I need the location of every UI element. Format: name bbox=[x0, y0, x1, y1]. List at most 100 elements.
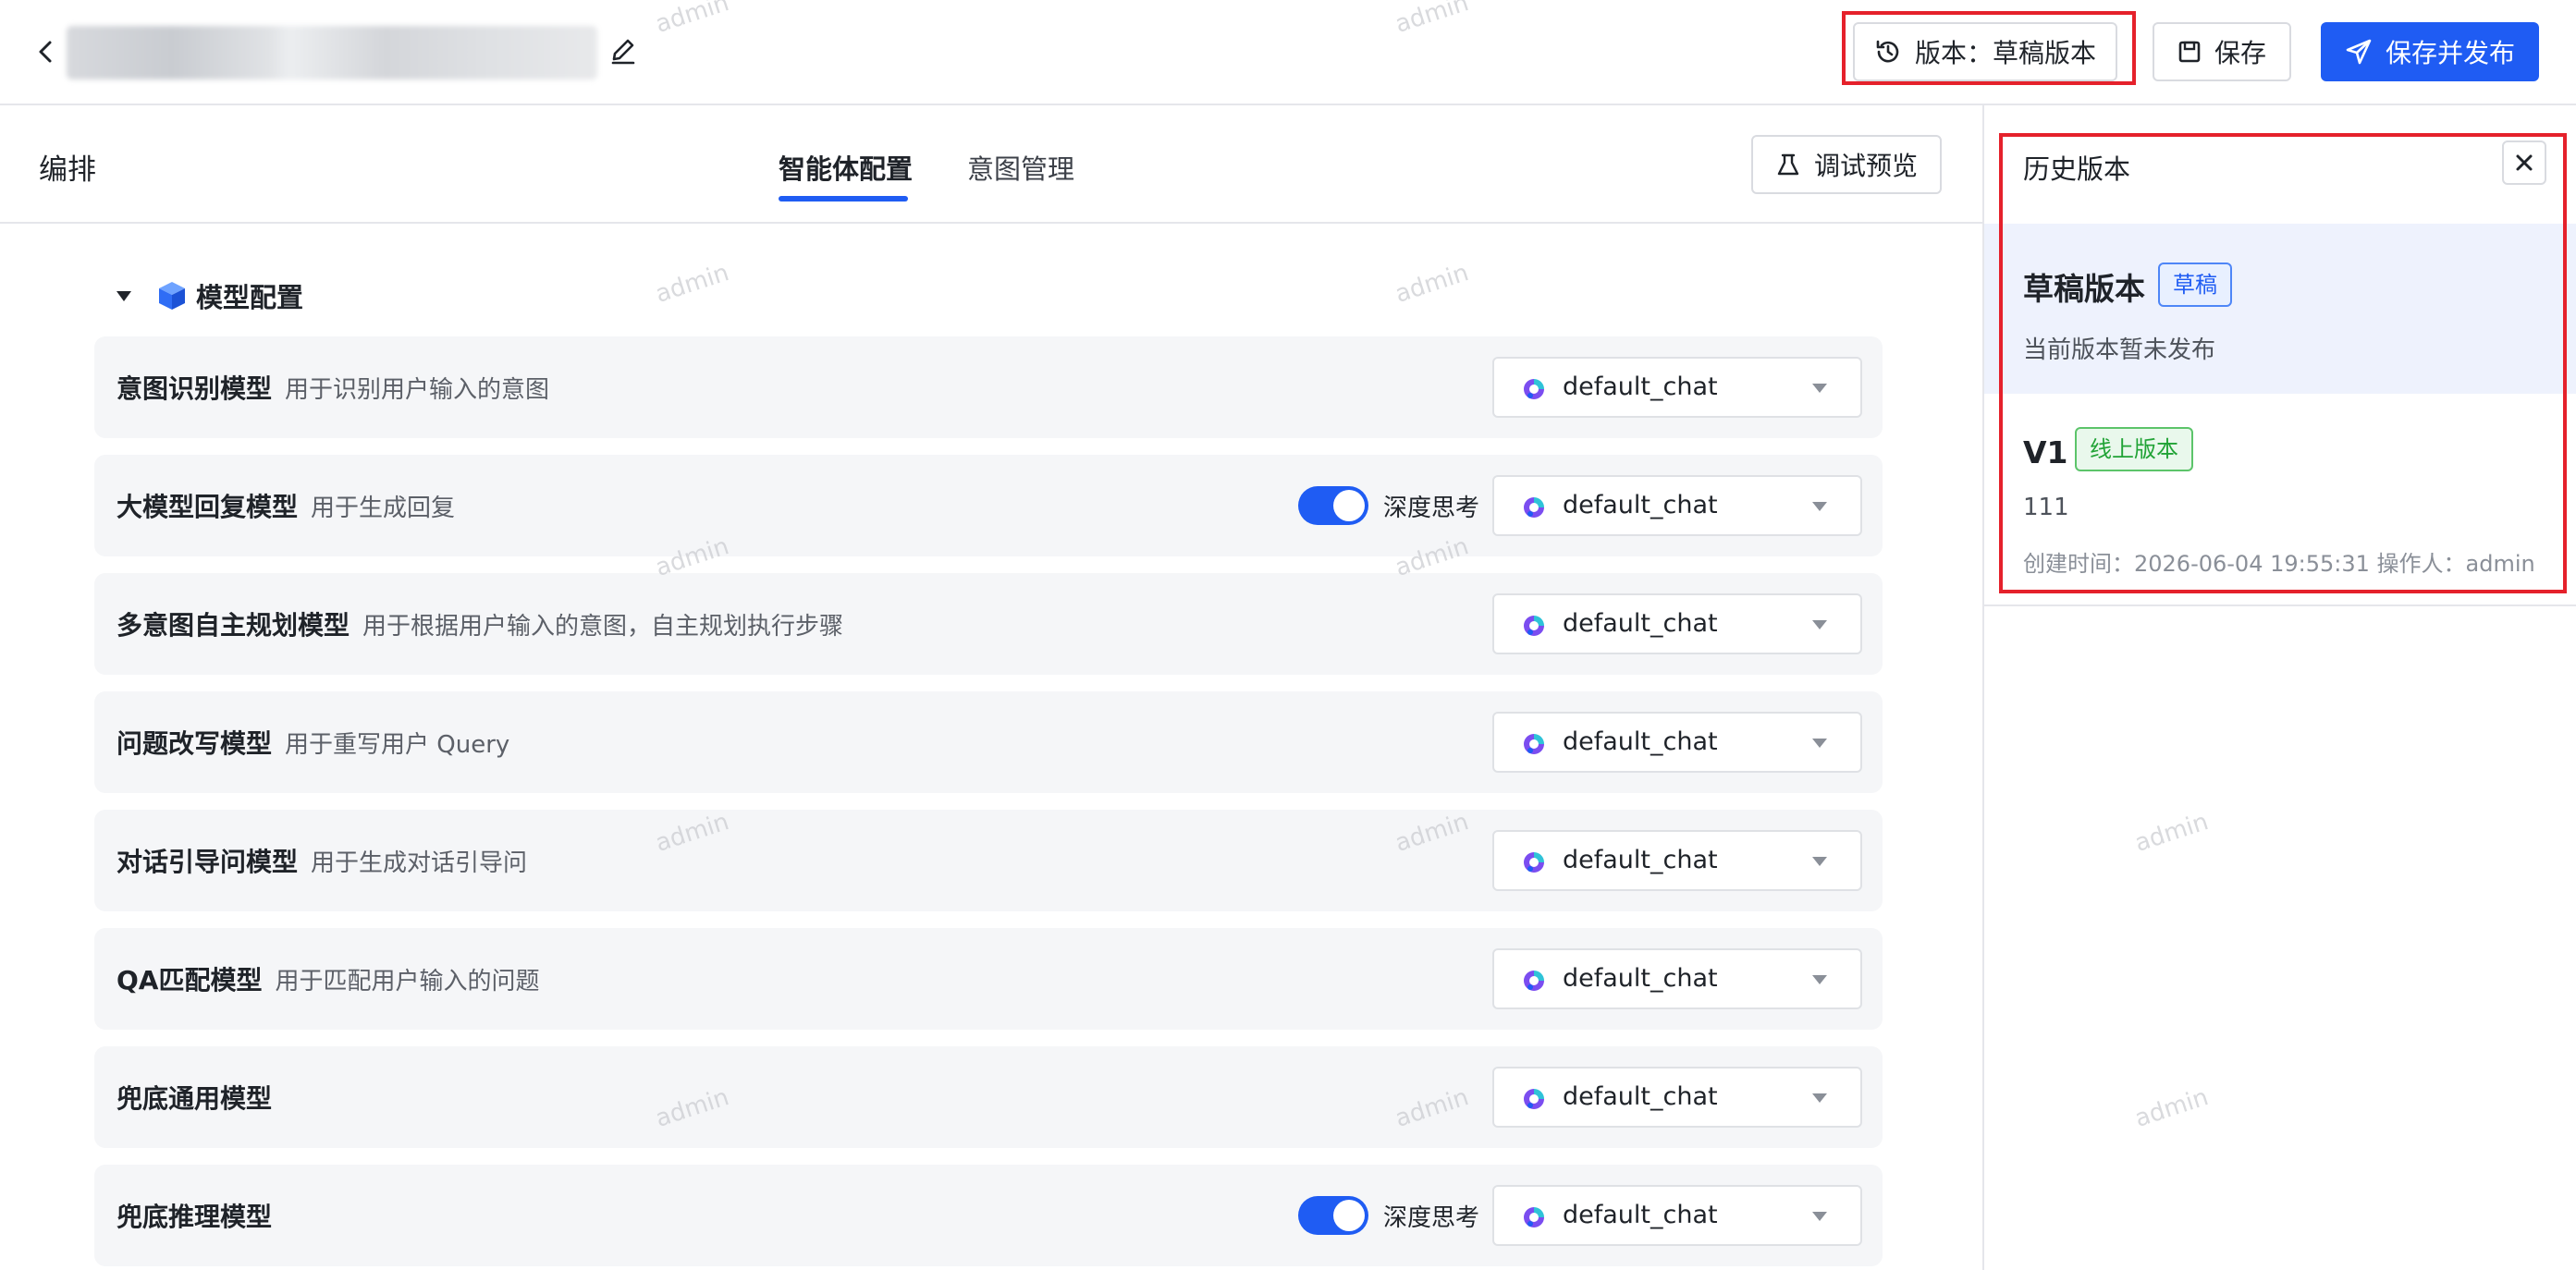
chevron-down-icon bbox=[1812, 384, 1827, 393]
model-name: QA匹配模型 bbox=[117, 965, 263, 995]
section-title: 模型配置 bbox=[196, 282, 304, 313]
tab-intent-management[interactable]: 意图管理 bbox=[967, 148, 1074, 187]
version-card-v1[interactable]: V1 线上版本 111 创建时间：2026-06-04 19:55:31 操作人… bbox=[1984, 394, 2576, 606]
model-name: 兜底推理模型 bbox=[117, 1202, 273, 1232]
model-logo-icon bbox=[1524, 1207, 1544, 1227]
deep-think-label: 深度思考 bbox=[1383, 1203, 1480, 1232]
model-desc: 用于根据用户输入的意图，自主规划执行步骤 bbox=[362, 612, 844, 641]
debug-preview-button[interactable]: 调试预览 bbox=[1751, 135, 1942, 194]
model-name: 对话引导问模型 bbox=[117, 847, 299, 877]
version-desc: 当前版本暂未发布 bbox=[2023, 336, 2216, 364]
row-label: 大模型回复模型 用于生成回复 bbox=[117, 455, 455, 556]
model-row: 大模型回复模型 用于生成回复 深度思考 default_chat bbox=[94, 455, 1883, 556]
model-row: 问题改写模型 用于重写用户 Query default_chat bbox=[94, 691, 1883, 793]
model-select[interactable]: default_chat bbox=[1492, 475, 1862, 536]
send-icon bbox=[2346, 39, 2372, 65]
model-select[interactable]: default_chat bbox=[1492, 712, 1862, 773]
collapse-triangle-icon bbox=[117, 291, 131, 301]
model-row: 兜底通用模型 default_chat bbox=[94, 1046, 1883, 1148]
model-logo-icon bbox=[1524, 379, 1544, 399]
version-name: 草稿版本 bbox=[2023, 271, 2145, 307]
model-desc: 用于生成对话引导问 bbox=[311, 849, 528, 877]
sub-header: 编排 智能体配置 意图管理 调试预览 bbox=[0, 105, 1984, 224]
cube-icon bbox=[159, 282, 185, 310]
model-select[interactable]: default_chat bbox=[1492, 948, 1862, 1009]
model-desc: 用于识别用户输入的意图 bbox=[285, 375, 550, 404]
deep-think-label: 深度思考 bbox=[1383, 494, 1480, 522]
chevron-down-icon bbox=[1812, 975, 1827, 984]
save-publish-button[interactable]: 保存并发布 bbox=[2321, 22, 2539, 81]
save-button[interactable]: 保存 bbox=[2153, 22, 2291, 81]
chevron-down-icon bbox=[1812, 1212, 1827, 1221]
model-select-value: default_chat bbox=[1563, 846, 1718, 874]
model-select[interactable]: default_chat bbox=[1492, 593, 1862, 654]
history-panel-title: 历史版本 bbox=[2023, 153, 2131, 185]
model-select[interactable]: default_chat bbox=[1492, 830, 1862, 891]
model-select-value: default_chat bbox=[1563, 1201, 1718, 1229]
model-name: 兜底通用模型 bbox=[117, 1083, 273, 1114]
model-row: QA匹配模型 用于匹配用户输入的问题 default_chat bbox=[94, 928, 1883, 1030]
model-logo-icon bbox=[1524, 971, 1544, 991]
model-select-value: default_chat bbox=[1563, 372, 1718, 401]
version-card-draft[interactable]: 草稿版本 草稿 当前版本暂未发布 bbox=[1984, 224, 2576, 394]
model-name: 问题改写模型 bbox=[117, 728, 273, 759]
row-label: QA匹配模型 用于匹配用户输入的问题 bbox=[117, 928, 540, 1030]
model-name: 大模型回复模型 bbox=[117, 492, 299, 522]
close-icon[interactable] bbox=[2502, 140, 2546, 185]
model-name: 意图识别模型 bbox=[117, 373, 273, 404]
model-desc: 用于生成回复 bbox=[311, 494, 456, 522]
model-select[interactable]: default_chat bbox=[1492, 357, 1862, 418]
active-tab-indicator bbox=[779, 196, 908, 201]
model-logo-icon bbox=[1524, 734, 1544, 754]
debug-preview-label: 调试预览 bbox=[1813, 151, 1918, 181]
save-button-label: 保存 bbox=[2214, 38, 2266, 68]
version-button-label: 版本：草稿版本 bbox=[1914, 38, 2096, 68]
version-button[interactable]: 版本：草稿版本 bbox=[1853, 22, 2117, 81]
chevron-down-icon bbox=[1812, 1093, 1827, 1103]
version-name: V1 bbox=[2023, 434, 2068, 470]
row-label: 兜底推理模型 bbox=[117, 1165, 285, 1266]
model-select-value: default_chat bbox=[1563, 609, 1718, 638]
model-row: 兜底推理模型 深度思考 default_chat bbox=[94, 1165, 1883, 1266]
model-logo-icon bbox=[1524, 1089, 1544, 1109]
chevron-down-icon bbox=[1812, 739, 1827, 748]
history-panel: 历史版本 草稿版本 草稿 当前版本暂未发布 V1 线上版本 111 创建时间：2… bbox=[1984, 105, 2576, 1270]
model-config-section-header[interactable]: 模型配置 bbox=[115, 277, 303, 314]
model-select[interactable]: default_chat bbox=[1492, 1185, 1862, 1246]
history-icon bbox=[1876, 40, 1899, 63]
model-logo-icon bbox=[1524, 616, 1544, 636]
online-version-tag: 线上版本 bbox=[2075, 427, 2193, 471]
model-row: 多意图自主规划模型 用于根据用户输入的意图，自主规划执行步骤 default_cha… bbox=[94, 573, 1883, 675]
deep-think-toggle[interactable] bbox=[1298, 486, 1368, 525]
model-logo-icon bbox=[1524, 497, 1544, 518]
chevron-down-icon bbox=[1812, 857, 1827, 866]
model-select-value: default_chat bbox=[1563, 491, 1718, 519]
row-label: 意图识别模型 用于识别用户输入的意图 bbox=[117, 336, 549, 438]
row-label: 多意图自主规划模型 用于根据用户输入的意图，自主规划执行步骤 bbox=[117, 573, 843, 675]
row-label: 对话引导问模型 用于生成对话引导问 bbox=[117, 810, 527, 911]
row-label: 问题改写模型 用于重写用户 Query bbox=[117, 691, 509, 793]
version-desc: 111 bbox=[2023, 494, 2069, 521]
deep-think-toggle[interactable] bbox=[1298, 1196, 1368, 1235]
main-panel: 编排 智能体配置 意图管理 调试预览 模型配置 意图识别模型 用于识别用户输入的意… bbox=[0, 105, 1984, 1270]
model-select[interactable]: default_chat bbox=[1492, 1067, 1862, 1128]
version-meta: 创建时间：2026-06-04 19:55:31 操作人：admin bbox=[2023, 551, 2535, 577]
model-name: 多意图自主规划模型 bbox=[117, 610, 350, 641]
chevron-down-icon bbox=[1812, 502, 1827, 511]
model-logo-icon bbox=[1524, 852, 1544, 873]
row-label: 兜底通用模型 bbox=[117, 1046, 285, 1148]
model-row: 意图识别模型 用于识别用户输入的意图 default_chat bbox=[94, 336, 1883, 438]
model-desc: 用于匹配用户输入的问题 bbox=[275, 967, 540, 995]
agent-name-blurred bbox=[67, 26, 597, 79]
flask-icon bbox=[1777, 153, 1799, 176]
edit-pencil-icon[interactable] bbox=[607, 35, 640, 68]
save-publish-label: 保存并发布 bbox=[2385, 38, 2515, 68]
tab-agent-config[interactable]: 智能体配置 bbox=[779, 148, 913, 187]
back-arrow-icon[interactable] bbox=[33, 33, 59, 70]
deep-think-control: 深度思考 bbox=[1298, 481, 1479, 531]
model-desc: 用于重写用户 Query bbox=[285, 730, 510, 759]
draft-tag: 草稿 bbox=[2158, 263, 2232, 307]
model-select-value: default_chat bbox=[1563, 964, 1718, 993]
chevron-down-icon bbox=[1812, 620, 1827, 629]
page-title: 编排 bbox=[39, 153, 96, 187]
